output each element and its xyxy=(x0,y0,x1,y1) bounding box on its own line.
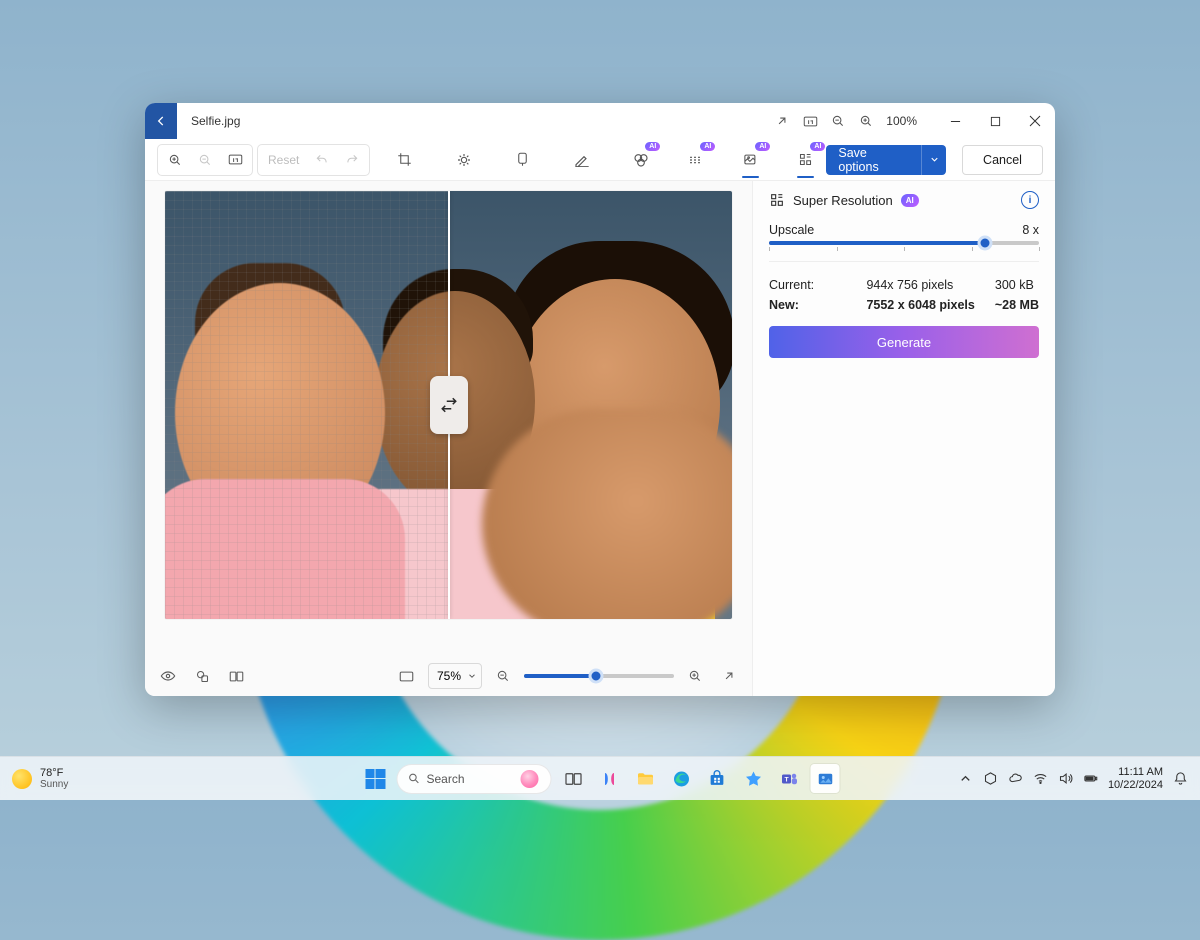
back-button[interactable] xyxy=(145,103,177,139)
system-tray: 11:11 AM 10/22/2024 xyxy=(958,766,1188,791)
weather-temp: 78°F xyxy=(40,767,68,779)
history-group: Reset xyxy=(257,144,370,176)
save-options-label: Save options xyxy=(826,146,920,174)
super-resolution-panel: Super Resolution AI i Upscale 8 x Curren… xyxy=(752,181,1055,696)
image-preview xyxy=(165,191,732,619)
zoom-in-icon[interactable] xyxy=(852,107,880,135)
fit-screen-icon[interactable] xyxy=(394,663,420,689)
actual-size-icon[interactable] xyxy=(796,107,824,135)
expand-icon[interactable] xyxy=(768,107,796,135)
window-maximize[interactable] xyxy=(975,103,1015,139)
zoom-slider[interactable] xyxy=(524,674,674,678)
weather-widget[interactable]: 78°F Sunny xyxy=(12,767,68,790)
new-dims: 7552 x 6048 pixels xyxy=(866,298,974,312)
copilot-icon[interactable] xyxy=(595,764,624,793)
new-label: New: xyxy=(769,298,846,312)
zoom-percentage: 100% xyxy=(880,114,923,128)
upscale-slider[interactable] xyxy=(769,241,1039,245)
info-icon[interactable]: i xyxy=(1021,191,1039,209)
cancel-button[interactable]: Cancel xyxy=(962,145,1043,175)
resolution-table: Current: 944x 756 pixels 300 kB New: 755… xyxy=(769,278,1039,312)
wifi-icon[interactable] xyxy=(1033,771,1048,786)
taskbar-center: Search T xyxy=(361,764,840,794)
notifications-icon[interactable] xyxy=(1173,771,1188,786)
current-dims: 944x 756 pixels xyxy=(866,278,974,292)
store-icon[interactable] xyxy=(703,764,732,793)
teams-icon[interactable]: T xyxy=(775,764,804,793)
search-placeholder: Search xyxy=(427,772,465,786)
compare-handle[interactable] xyxy=(430,376,468,434)
new-size: ~28 MB xyxy=(995,298,1039,312)
fullscreen-icon[interactable] xyxy=(716,663,742,689)
blur-tool-icon[interactable]: AI xyxy=(683,147,708,173)
save-options-button[interactable]: Save options xyxy=(826,145,946,175)
start-button[interactable] xyxy=(361,764,390,793)
zoom-out-tool-icon[interactable] xyxy=(192,147,218,173)
zoom-select[interactable]: 75% xyxy=(428,663,482,689)
ai-badge: AI xyxy=(901,194,919,207)
zoom-in-tool-icon[interactable] xyxy=(162,147,188,173)
search-highlight-icon xyxy=(521,770,539,788)
ai-badge: AI xyxy=(755,142,770,151)
view-group xyxy=(157,144,253,176)
upscale-value: 8 x xyxy=(1022,223,1039,237)
volume-icon[interactable] xyxy=(1058,771,1073,786)
chevron-down-icon xyxy=(467,671,477,681)
ai-badge: AI xyxy=(645,142,660,151)
ai-badge: AI xyxy=(700,142,715,151)
cloud-sync-icon[interactable] xyxy=(983,771,998,786)
sun-icon xyxy=(12,769,32,789)
zoom-out-icon[interactable] xyxy=(824,107,852,135)
photos-app-icon[interactable] xyxy=(811,764,840,793)
zoom-value: 75% xyxy=(437,669,461,683)
copilot-app-icon[interactable] xyxy=(739,764,768,793)
photos-app-window: Selfie.jpg 100% Reset AI xyxy=(145,103,1055,696)
adjust-tool-icon[interactable] xyxy=(451,147,476,173)
chevron-up-icon[interactable] xyxy=(958,771,973,786)
fit-tool-icon[interactable] xyxy=(222,147,248,173)
generate-button[interactable]: Generate xyxy=(769,326,1039,358)
zoom-in-bottom-icon[interactable] xyxy=(682,663,708,689)
mask-icon[interactable] xyxy=(189,663,215,689)
taskbar-search[interactable]: Search xyxy=(397,764,552,794)
upscale-label: Upscale xyxy=(769,223,814,237)
file-name: Selfie.jpg xyxy=(191,114,240,128)
eye-icon[interactable] xyxy=(155,663,181,689)
clock-time[interactable]: 11:11 AM xyxy=(1108,766,1163,779)
edit-toolbar: Reset AI AI AI AI Save options Cancel xyxy=(145,139,1055,181)
erase-tool-icon[interactable]: AI xyxy=(628,147,653,173)
reset-button[interactable]: Reset xyxy=(262,153,305,167)
search-icon xyxy=(408,772,421,785)
edge-icon[interactable] xyxy=(667,764,696,793)
before-overlay xyxy=(165,191,449,619)
bottom-bar: 75% xyxy=(145,656,752,696)
current-size: 300 kB xyxy=(995,278,1039,292)
filter-tool-icon[interactable] xyxy=(510,147,535,173)
undo-icon[interactable] xyxy=(309,147,335,173)
window-close[interactable] xyxy=(1015,103,1055,139)
window-minimize[interactable] xyxy=(935,103,975,139)
onedrive-icon[interactable] xyxy=(1008,771,1023,786)
super-resolution-icon xyxy=(769,192,785,208)
current-label: Current: xyxy=(769,278,846,292)
task-view-icon[interactable] xyxy=(559,764,588,793)
zoom-out-bottom-icon[interactable] xyxy=(490,663,516,689)
battery-icon[interactable] xyxy=(1083,771,1098,786)
compare-icon[interactable] xyxy=(223,663,249,689)
canvas-area: 75% xyxy=(145,181,752,696)
weather-desc: Sunny xyxy=(40,779,68,790)
crop-tool-icon[interactable] xyxy=(392,147,417,173)
redo-icon[interactable] xyxy=(339,147,365,173)
panel-title: Super Resolution xyxy=(793,193,893,208)
super-resolution-tool-icon[interactable]: AI xyxy=(793,147,818,173)
chevron-down-icon[interactable] xyxy=(921,145,946,175)
markup-tool-icon[interactable] xyxy=(569,147,594,173)
ai-badge: AI xyxy=(810,142,825,151)
taskbar: 78°F Sunny Search T 11:11 AM 10/22/2024 xyxy=(0,756,1200,800)
explorer-icon[interactable] xyxy=(631,764,660,793)
titlebar: Selfie.jpg 100% xyxy=(145,103,1055,139)
remove-bg-tool-icon[interactable]: AI xyxy=(738,147,763,173)
clock-date[interactable]: 10/22/2024 xyxy=(1108,779,1163,792)
